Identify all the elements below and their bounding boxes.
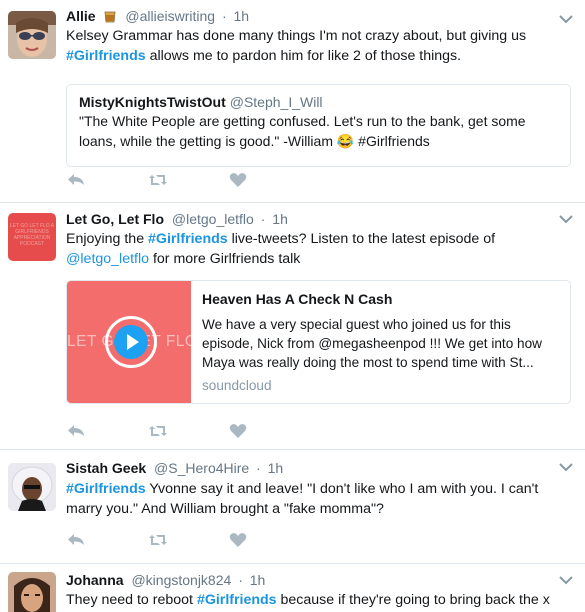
card-media[interactable]: LET GO LET FLO <box>67 281 191 403</box>
tweet-text: They need to reboot #Girlfriends because… <box>66 592 550 608</box>
avatar[interactable] <box>8 11 56 59</box>
hashtag-link[interactable]: #Girlfriends <box>66 48 146 64</box>
hashtag-link[interactable]: #Girlfriends <box>197 592 277 608</box>
mention-link[interactable]: @letgo_letflo <box>66 251 149 267</box>
tweet-text: Kelsey Grammar has done many things I'm … <box>66 28 527 64</box>
card-description: We have a very special guest who joined … <box>202 317 542 370</box>
avatar[interactable]: LET GO LET FLO A GIRLFRIENDS APPRECIATIO… <box>8 213 56 261</box>
timestamp[interactable]: 1h <box>272 211 288 227</box>
retweet-icon[interactable] <box>148 532 168 548</box>
tweet-text: Enjoying the #Girlfriends live-tweets? L… <box>66 231 496 267</box>
chevron-down-icon[interactable] <box>559 462 573 472</box>
avatar-text: LET GO LET FLO A GIRLFRIENDS APPRECIATIO… <box>9 223 55 247</box>
chevron-down-icon[interactable] <box>559 575 573 585</box>
separator: · <box>221 8 227 24</box>
timestamp[interactable]: 1h <box>250 572 266 588</box>
play-icon <box>114 325 148 359</box>
link-card[interactable]: LET GO LET FLO Heaven Has A Check N Cash… <box>66 280 571 404</box>
hashtag-link[interactable]: #Girlfriends <box>66 481 146 497</box>
avatar-image <box>8 11 56 59</box>
separator: · <box>238 572 243 588</box>
quote-author-name: MistyKnightsTwistOut <box>79 94 226 110</box>
separator: · <box>260 211 266 227</box>
timeline: Allie @allieiswriting · 1h Kelsey Gramma… <box>0 0 585 612</box>
retweet-icon[interactable] <box>148 172 168 188</box>
card-title: Heaven Has A Check N Cash <box>202 291 393 307</box>
quoted-tweet[interactable]: MistyKnightsTwistOut @Steph_I_Will "The W… <box>66 84 571 167</box>
timestamp[interactable]: 1h <box>268 460 284 476</box>
tweet[interactable]: LET GO LET FLO A GIRLFRIENDS APPRECIATIO… <box>0 203 585 450</box>
tweet[interactable]: Sistah Geek @S_Hero4Hire · 1h #Girlfrien… <box>0 450 585 564</box>
card-domain: soundcloud <box>202 378 272 393</box>
tweet[interactable]: Allie @allieiswriting · 1h Kelsey Gramma… <box>0 0 585 203</box>
author-name[interactable]: Sistah Geek <box>66 460 146 476</box>
author-handle[interactable]: @S_Hero4Hire <box>154 460 249 476</box>
heart-icon[interactable] <box>228 532 248 548</box>
whiskey-glass-icon <box>105 11 116 23</box>
author-handle[interactable]: @allieiswriting <box>125 8 215 24</box>
reply-icon[interactable] <box>66 532 86 548</box>
hashtag-link[interactable]: #Girlfriends <box>148 231 228 247</box>
avatar-image <box>8 463 56 511</box>
author-name[interactable]: Allie <box>66 8 96 24</box>
reply-icon[interactable] <box>66 423 86 439</box>
avatar[interactable] <box>8 463 56 511</box>
retweet-icon[interactable] <box>148 423 168 439</box>
tweet-text: #Girlfriends Yvonne say it and leave! "I… <box>66 481 539 517</box>
author-handle[interactable]: @letgo_letflo <box>172 211 254 227</box>
avatar-image <box>8 572 56 612</box>
timestamp[interactable]: 1h <box>234 8 250 24</box>
author-name[interactable]: Let Go, Let Flo <box>66 211 164 227</box>
tweet[interactable]: Johanna @kingstonjk824 · 1h They need to… <box>0 564 585 612</box>
heart-icon[interactable] <box>228 172 248 188</box>
chevron-down-icon[interactable] <box>559 214 573 224</box>
quote-author-handle: @Steph_I_Will <box>229 94 323 110</box>
author-name[interactable]: Johanna <box>66 572 124 588</box>
quote-text: "The White People are getting confused. … <box>79 113 526 149</box>
play-button[interactable] <box>105 316 157 368</box>
author-handle[interactable]: @kingstonjk824 <box>131 572 231 588</box>
avatar[interactable] <box>8 572 56 612</box>
heart-icon[interactable] <box>228 423 248 439</box>
reply-icon[interactable] <box>66 172 86 188</box>
separator: · <box>256 460 261 476</box>
chevron-down-icon[interactable] <box>559 14 573 24</box>
